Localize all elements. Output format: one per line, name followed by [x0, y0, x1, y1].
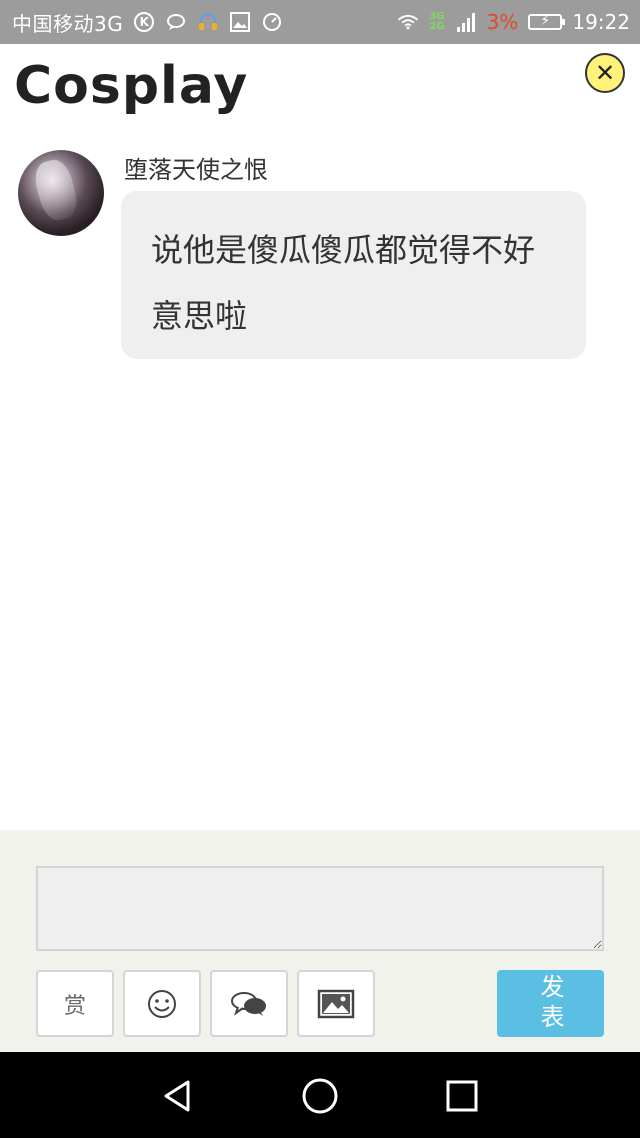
status-left: 中国移动3G K [12, 0, 283, 44]
signal-icon [455, 11, 477, 33]
message-text: 说他是傻瓜傻瓜都觉得不好意思啦 [151, 231, 536, 335]
chat-button[interactable] [210, 970, 288, 1037]
composer: 赏 发表 [0, 830, 640, 1052]
emoji-icon [148, 989, 176, 1018]
status-bar: 中国移动3G K 3G 2G 3% ⚡ 19:22 [0, 0, 640, 44]
reward-button[interactable]: 赏 [36, 970, 114, 1037]
chat-bubbles-icon [231, 991, 266, 1016]
network-2g: 2G [429, 21, 445, 32]
speedometer-icon [261, 11, 283, 33]
battery-percent: 3% [486, 10, 519, 34]
home-icon[interactable] [300, 1076, 340, 1116]
network-badge: 3G 2G [429, 12, 444, 32]
close-icon: ✕ [594, 59, 616, 87]
gallery-icon [229, 11, 251, 33]
back-icon[interactable] [158, 1076, 198, 1116]
image-icon [317, 989, 355, 1018]
close-button[interactable]: ✕ [585, 53, 625, 93]
reply-input[interactable] [36, 866, 604, 951]
k-app-icon: K [133, 11, 155, 33]
battery-charging-icon: ⚡ [528, 13, 566, 30]
status-right: 3G 2G 3% ⚡ 19:22 [397, 0, 630, 44]
navigation-bar [0, 1052, 640, 1138]
page-title: Cosplay [14, 56, 249, 116]
avatar[interactable] [18, 150, 104, 236]
message-bubble: 说他是傻瓜傻瓜都觉得不好意思啦 [121, 191, 586, 359]
sender-name: 堕落天使之恨 [124, 156, 268, 184]
wifi-icon [397, 11, 419, 33]
reward-icon: 赏 [63, 993, 86, 1019]
clock: 19:22 [572, 10, 630, 34]
emoji-button[interactable] [123, 970, 201, 1037]
recents-icon[interactable] [442, 1076, 482, 1116]
message-icon [165, 11, 187, 33]
headset-icon [197, 11, 219, 33]
image-button[interactable] [297, 970, 375, 1037]
publish-button[interactable]: 发表 [497, 970, 604, 1037]
carrier-label: 中国移动3G [12, 11, 124, 36]
